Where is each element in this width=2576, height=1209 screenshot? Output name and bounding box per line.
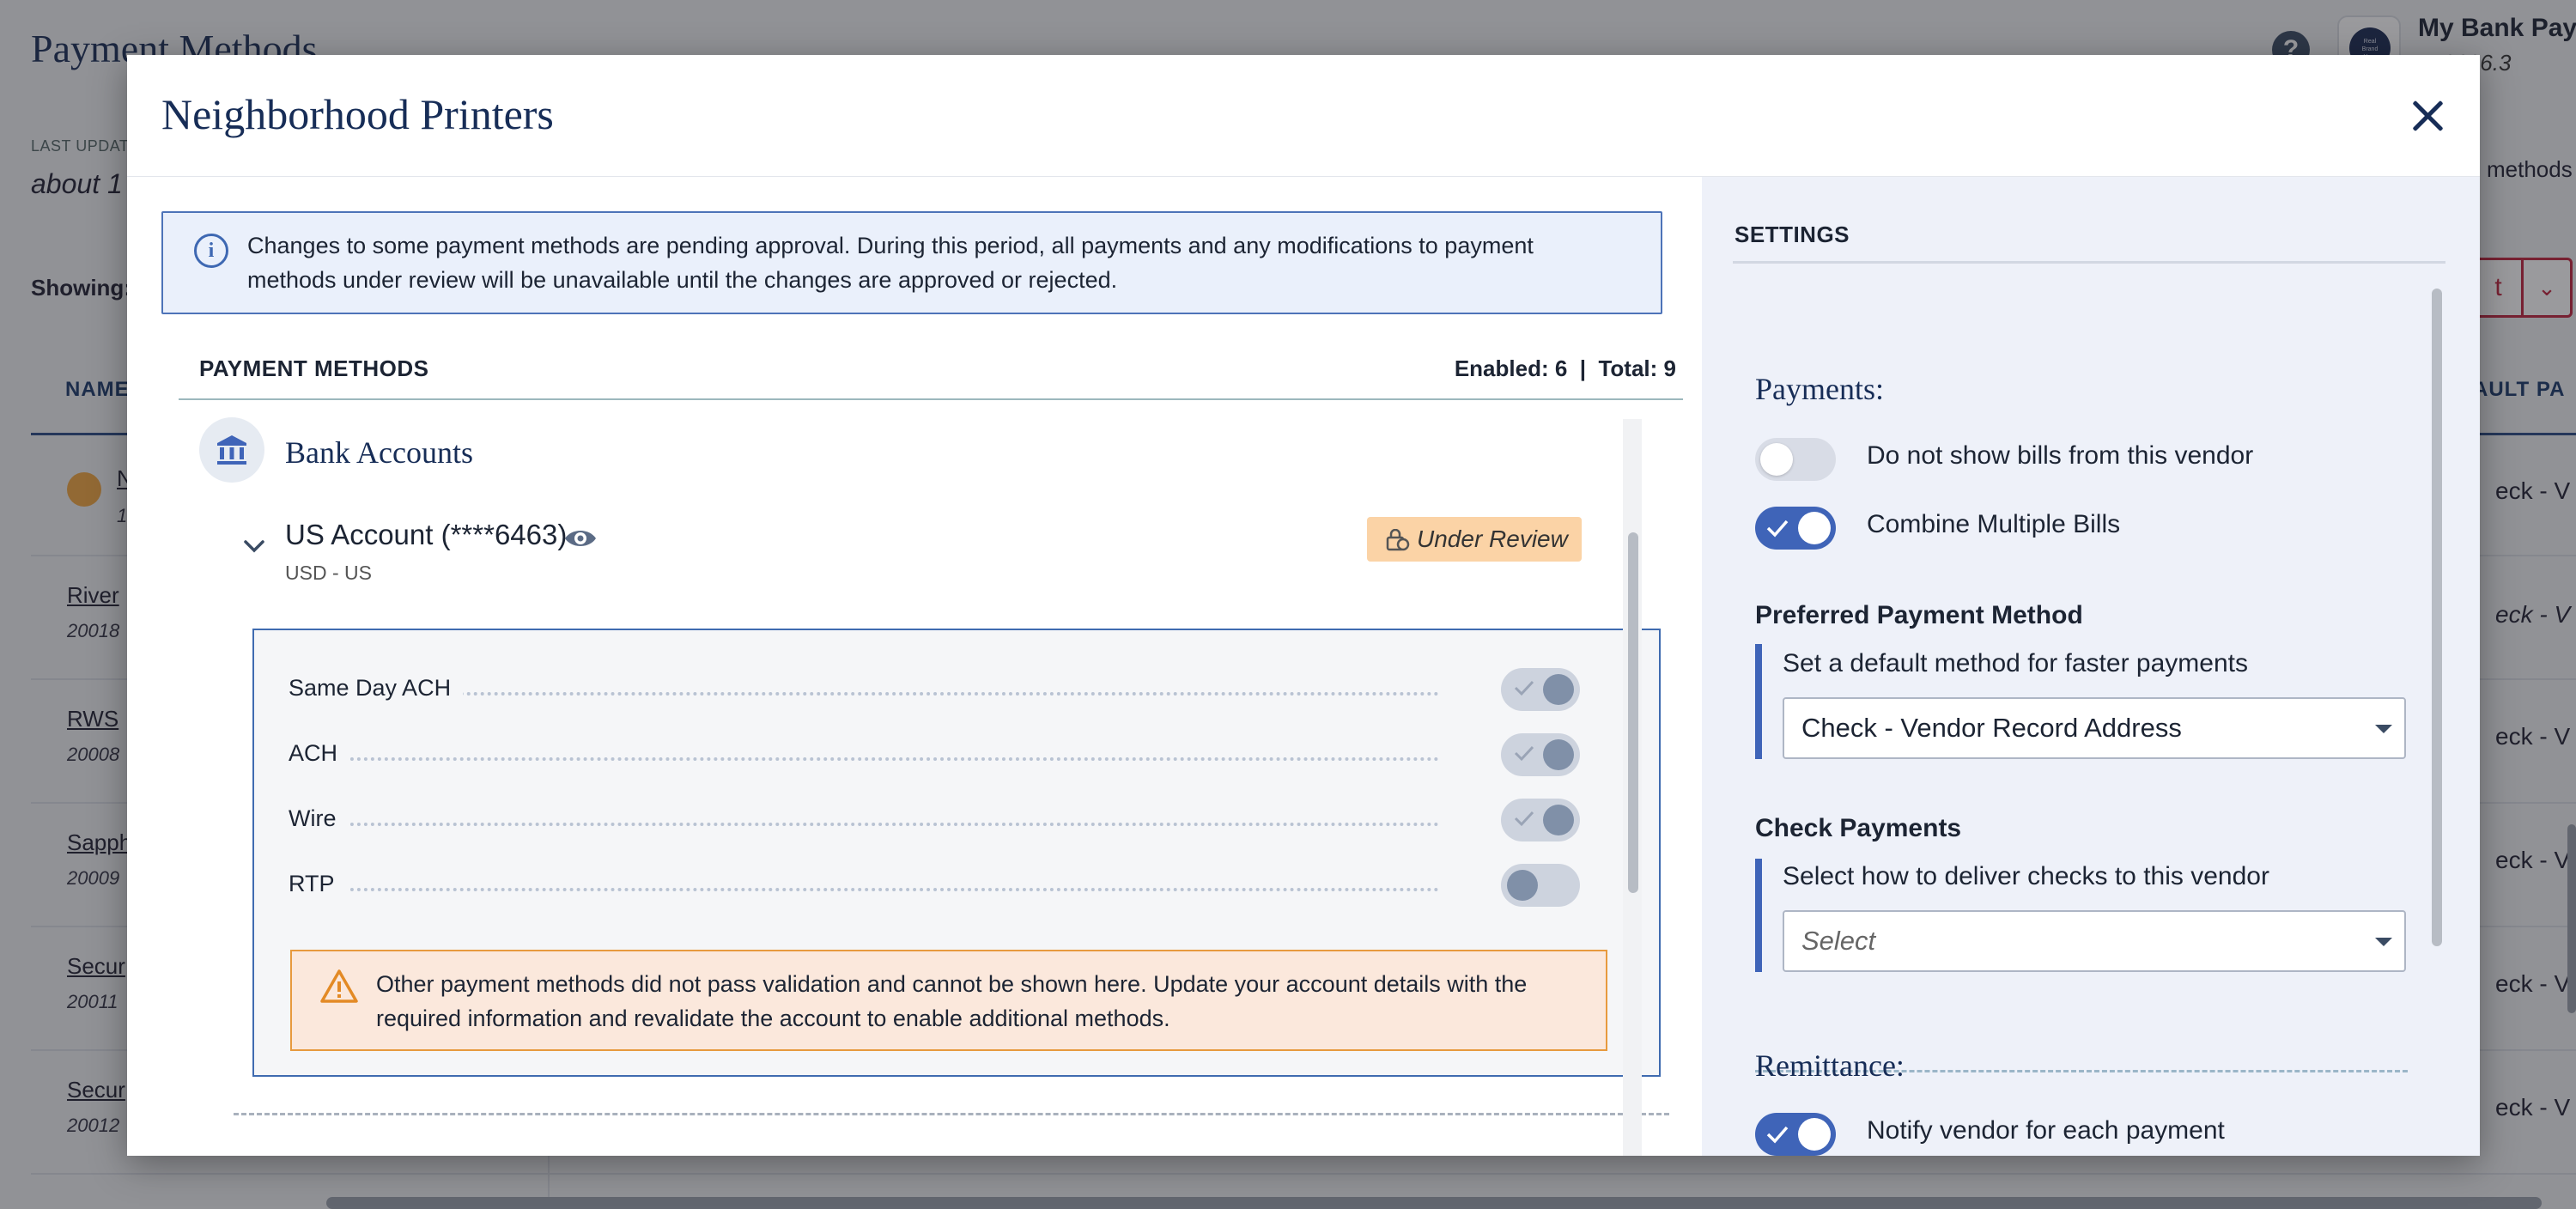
settings-label: SETTINGS [1735, 222, 1850, 247]
modal-title: Neighborhood Printers [161, 90, 554, 138]
eye-icon[interactable] [563, 524, 598, 553]
validation-warning: Other payment methods did not pass valid… [290, 950, 1607, 1051]
check-accent-bar [1755, 859, 1762, 972]
method-row-ach: ACH [289, 733, 1580, 776]
preferred-method-desc: Set a default method for faster payments [1783, 649, 2248, 677]
account-currency: USD - US [285, 562, 372, 584]
toggle-knob [1543, 674, 1574, 705]
caret-down-icon [2375, 938, 2392, 946]
left-pane-scrollbar[interactable] [1628, 532, 1638, 893]
payment-methods-counts: Enabled: 6 | Total: 9 [1454, 355, 1676, 381]
under-review-badge: Under Review [1367, 517, 1582, 562]
dashed-divider [234, 1113, 1669, 1115]
combine-bills-label: Combine Multiple Bills [1867, 510, 2121, 538]
preferred-accent-bar [1755, 644, 1762, 759]
caret-down-icon [2375, 725, 2392, 733]
status-text: Under Review [1417, 526, 1568, 552]
section-divider [179, 398, 1683, 400]
dotted-leader [289, 757, 1439, 761]
chevron-down-icon[interactable] [240, 532, 268, 560]
payment-methods-list: Same Day ACH ACH Wire RTP Other payment … [252, 629, 1661, 1077]
close-icon[interactable] [2406, 94, 2449, 137]
toggle-knob [1543, 805, 1574, 835]
dotted-leader [289, 888, 1439, 891]
toggle-knob [1507, 870, 1538, 901]
toggle-knob [1543, 739, 1574, 770]
settings-pane: SETTINGS Payments: Do not show bills fro… [1702, 177, 2480, 1156]
method-toggle-wire [1501, 799, 1580, 841]
toggle-knob [1798, 512, 1831, 544]
check-payments-title: Check Payments [1755, 814, 1962, 842]
hide-bills-toggle[interactable] [1755, 438, 1836, 481]
method-label: Same Day ACH [289, 675, 464, 702]
vendor-modal: Neighborhood Printers i Changes to some … [127, 55, 2480, 1156]
notify-vendor-toggle[interactable] [1755, 1113, 1836, 1156]
settings-scrollbar[interactable] [2432, 289, 2442, 946]
check-icon [1766, 519, 1789, 538]
hide-bills-label: Do not show bills from this vendor [1867, 441, 2254, 470]
method-row-same-day-ach: Same Day ACH [289, 668, 1580, 711]
info-icon: i [194, 234, 228, 268]
method-toggle-same-day-ach [1501, 668, 1580, 711]
method-label: ACH [289, 740, 350, 767]
method-label: RTP [289, 871, 347, 897]
combine-bills-toggle[interactable] [1755, 507, 1836, 550]
warning-message: Other payment methods did not pass valid… [376, 971, 1528, 1031]
select-placeholder: Select [1801, 926, 1876, 956]
payment-methods-label: PAYMENT METHODS [199, 355, 429, 381]
method-row-wire: Wire [289, 799, 1580, 841]
method-row-rtp: RTP [289, 864, 1580, 907]
notify-vendor-label: Notify vendor for each payment [1867, 1116, 2225, 1145]
preferred-method-title: Preferred Payment Method [1755, 601, 2083, 629]
settings-divider [1733, 261, 2445, 264]
bank-accounts-title: Bank Accounts [285, 435, 473, 470]
lock-clock-icon [1386, 529, 1410, 551]
method-label: Wire [289, 805, 349, 832]
check-delivery-select[interactable]: Select [1783, 910, 2406, 972]
pending-approval-alert: i Changes to some payment methods are pe… [161, 211, 1662, 314]
method-toggle-rtp [1501, 864, 1580, 907]
select-value: Check - Vendor Record Address [1801, 713, 2182, 743]
warning-icon [320, 969, 358, 1003]
remittance-section-title: Remittance: [1755, 1048, 1905, 1083]
toggle-knob [1760, 443, 1793, 476]
check-payments-desc: Select how to deliver checks to this ven… [1783, 862, 2269, 890]
alert-message: Changes to some payment methods are pend… [247, 233, 1534, 293]
preferred-method-select[interactable]: Check - Vendor Record Address [1783, 697, 2406, 759]
payments-section-title: Payments: [1755, 372, 1884, 406]
method-toggle-ach [1501, 733, 1580, 776]
check-icon [1766, 1126, 1789, 1144]
modal-header: Neighborhood Printers [127, 55, 2480, 177]
account-name: US Account (****6463) [285, 519, 568, 550]
dotted-leader [289, 823, 1439, 826]
bank-icon [199, 417, 264, 483]
toggle-knob [1798, 1118, 1831, 1151]
